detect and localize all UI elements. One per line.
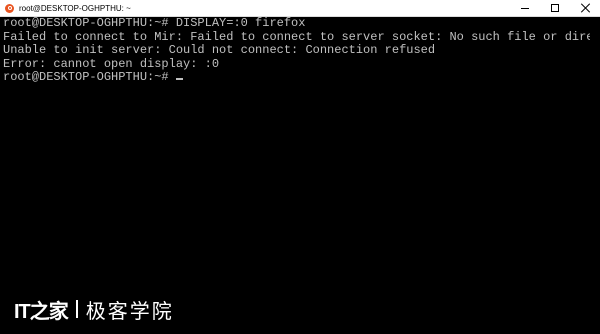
watermark: IT之家 极客学院	[14, 297, 174, 323]
maximize-button[interactable]	[540, 0, 570, 16]
terminal-line: Unable to init server: Could not connect…	[3, 43, 436, 57]
close-icon	[580, 3, 590, 13]
terminal-line: root@DESKTOP-OGHPTHU:~# DISPLAY=:0 firef…	[3, 16, 306, 30]
title-bar[interactable]: root@DESKTOP-OGHPTHU: ~	[0, 0, 600, 17]
watermark-divider	[75, 300, 78, 318]
window-controls	[510, 0, 600, 16]
watermark-text: 极客学院	[85, 298, 174, 323]
terminal-line: Failed to connect to Mir: Failed to conn…	[3, 29, 600, 44]
text-cursor	[175, 78, 183, 80]
ubuntu-icon[interactable]	[5, 3, 14, 13]
terminal-line: Error: cannot open display: :0	[3, 56, 220, 71]
scrollbar[interactable]	[590, 17, 600, 334]
maximize-icon	[551, 4, 559, 12]
close-button[interactable]	[570, 0, 600, 16]
prompt-line[interactable]: root@DESKTOP-OGHPTHU:~#	[3, 70, 590, 85]
minimize-icon	[521, 8, 529, 9]
terminal-output[interactable]: root@DESKTOP-OGHPTHU:~# DISPLAY=:0 firef…	[0, 16, 600, 334]
minimize-button[interactable]	[510, 0, 540, 16]
prompt-text: root@DESKTOP-OGHPTHU:~#	[3, 70, 176, 84]
watermark-logo: IT之家	[14, 300, 69, 323]
window-title: root@DESKTOP-OGHPTHU: ~	[19, 3, 131, 13]
